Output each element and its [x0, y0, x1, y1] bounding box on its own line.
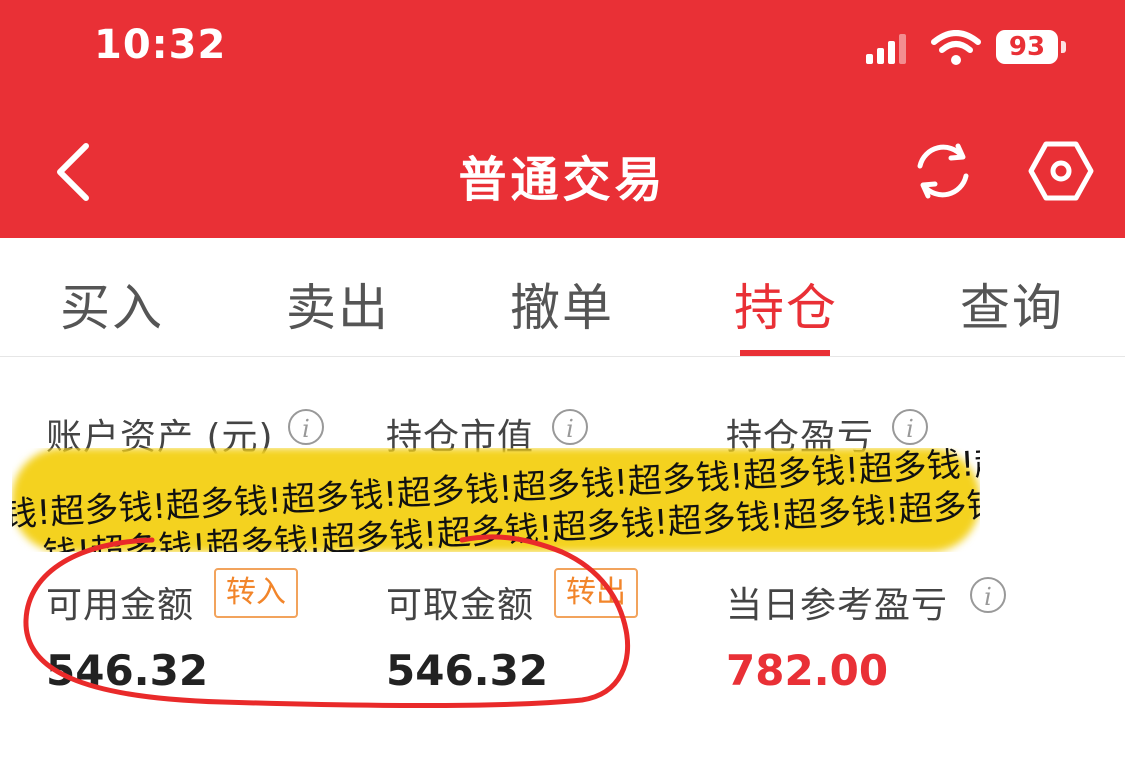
info-icon[interactable]: i [288, 409, 324, 445]
refresh-icon[interactable] [910, 138, 976, 204]
tab-buy[interactable]: 买入 [12, 268, 212, 340]
app-header: 10:32 93 普通交易 [0, 0, 1125, 238]
status-time: 10:32 [94, 22, 227, 68]
tab-bar: 买入 卖出 撤单 持仓 查询 [0, 238, 1125, 357]
annotation-circle [23, 534, 631, 708]
settings-icon[interactable] [1028, 138, 1094, 204]
info-icon[interactable]: i [970, 577, 1006, 613]
tab-sell[interactable]: 卖出 [238, 268, 438, 340]
tab-active-indicator [740, 350, 830, 356]
tab-query[interactable]: 查询 [912, 268, 1112, 340]
battery-icon: 93 [996, 30, 1070, 66]
info-icon[interactable]: i [552, 409, 588, 445]
daily-pnl-value: 782.00 [726, 646, 889, 695]
battery-level: 93 [1008, 32, 1046, 62]
daily-pnl-label: 当日参考盈亏 [726, 585, 949, 626]
info-icon[interactable]: i [892, 409, 928, 445]
wifi-icon [931, 30, 981, 65]
signal-icon [866, 34, 906, 64]
tab-cancel[interactable]: 撤单 [462, 268, 662, 340]
tab-positions[interactable]: 持仓 [686, 268, 886, 340]
